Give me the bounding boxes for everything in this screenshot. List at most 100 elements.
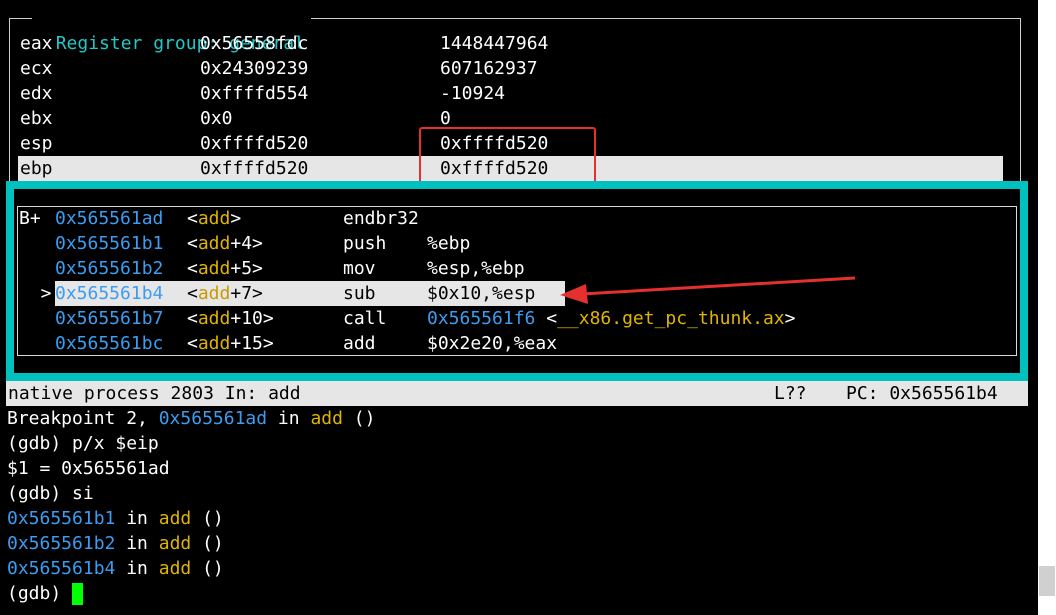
console-text: () — [342, 408, 376, 429]
breakpoint-marker — [19, 306, 52, 331]
asm-offset: +15 — [230, 333, 263, 354]
console-output: $1 = 0x565561ad — [7, 458, 170, 479]
asm-mnemonic: call — [343, 308, 387, 329]
asm-mnemonic: push — [343, 233, 387, 254]
asm-symbol-ref: <add> — [187, 208, 242, 229]
console-address: 0x565561b2 — [7, 533, 116, 554]
register-window-title: Register group: general — [32, 6, 311, 54]
console-text: Breakpoint 2, — [7, 408, 159, 429]
asm-symbol: add — [197, 258, 231, 279]
asm-address: 0x565561b7 — [55, 308, 164, 329]
asm-row-current[interactable]: > 0x565561b4 <add+7> sub $0x10,%esp — [19, 281, 1015, 306]
register-hex: 0x0 — [200, 108, 233, 129]
terminal-scrollbar[interactable] — [1038, 0, 1056, 615]
console-symbol: add — [158, 508, 192, 529]
asm-symbol-ref: <add+5> — [187, 258, 263, 279]
asm-row[interactable]: B+ 0x565561ad <add> endbr32 — [19, 206, 1015, 231]
register-row-eax: eax 0x56558fdc 1448447964 — [20, 31, 1003, 56]
console-text: in — [267, 408, 311, 429]
call-target-address: 0x565561f6 — [427, 308, 536, 329]
console-address: 0x565561ad — [158, 408, 268, 429]
asm-symbol-ref: <add+4> — [187, 233, 263, 254]
console-command: (gdb) p/x $eip — [7, 433, 159, 454]
register-name: ecx — [20, 58, 53, 79]
register-hex: 0xffffd520 — [200, 158, 309, 179]
asm-symbol: add — [197, 308, 231, 329]
asm-offset: +7 — [230, 283, 253, 304]
console-text: in — [115, 558, 159, 579]
console-line: 0x565561b1 in add () — [7, 506, 224, 531]
asm-operands: $0x2e20,%eax — [427, 333, 558, 354]
asm-address: 0x565561b1 — [55, 233, 164, 254]
asm-symbol: add — [197, 233, 231, 254]
asm-mnemonic: endbr32 — [343, 208, 419, 229]
console-line: (gdb) p/x $eip — [7, 431, 159, 456]
console-address: 0x565561b4 — [7, 558, 116, 579]
status-line: L?? — [774, 383, 807, 404]
console-text: () — [191, 533, 224, 554]
asm-operands: $0x10,%esp — [427, 283, 536, 304]
breakpoint-marker — [19, 331, 52, 356]
asm-address: 0x565561b4 — [55, 283, 164, 304]
console-command: (gdb) si — [7, 483, 94, 504]
register-row-edx: edx 0xffffd554 -10924 — [20, 81, 1003, 106]
asm-address: 0x565561ad — [55, 208, 164, 229]
console-text: () — [191, 508, 224, 529]
asm-mnemonic: mov — [343, 258, 376, 279]
asm-offset: +10 — [230, 308, 263, 329]
annotation-arrow-head — [560, 284, 588, 304]
register-hex: 0xffffd554 — [200, 83, 309, 104]
register-name: ebx — [20, 108, 53, 129]
asm-mnemonic: sub — [343, 283, 376, 304]
terminal-cursor[interactable] — [72, 583, 84, 605]
register-name: eax — [20, 33, 53, 54]
console-text: in — [115, 533, 159, 554]
console-prompt-line[interactable]: (gdb) — [7, 581, 84, 606]
annotation-highlight-box — [419, 127, 596, 189]
annotation-arrow — [560, 276, 856, 304]
register-hex: 0xffffd520 — [200, 133, 309, 154]
console-line: (gdb) si — [7, 481, 94, 506]
status-bar: native process 2803 In: add L?? PC: 0x56… — [6, 381, 1028, 406]
asm-operands: %esp,%ebp — [427, 258, 525, 279]
asm-symbol-ref: <add+15> — [187, 333, 274, 354]
register-hex: 0x56558fdc — [200, 33, 309, 54]
console-line: 0x565561b2 in add () — [7, 531, 224, 556]
console-text: in — [115, 508, 159, 529]
console-line: 0x565561b4 in add () — [7, 556, 224, 581]
breakpoint-marker: B+ — [19, 208, 52, 229]
breakpoint-marker — [19, 256, 52, 281]
console-symbol: add — [158, 558, 192, 579]
console-symbol: add — [310, 408, 343, 429]
status-pc: PC: 0x565561b4 — [846, 383, 998, 404]
asm-offset: +5 — [230, 258, 253, 279]
asm-row[interactable]: 0x565561b2 <add+5> mov %esp,%ebp — [19, 256, 1015, 281]
register-natural: 1448447964 — [440, 33, 549, 54]
console-address: 0x565561b1 — [7, 508, 116, 529]
asm-symbol-ref: <add+7> — [187, 283, 263, 304]
breakpoint-marker — [19, 231, 52, 256]
register-natural: -10924 — [440, 83, 506, 104]
console-line: Breakpoint 2, 0x565561ad in add () — [7, 406, 375, 431]
asm-row[interactable]: 0x565561bc <add+15> add $0x2e20,%eax — [19, 331, 1015, 356]
scrollbar-thumb[interactable] — [1039, 566, 1055, 596]
register-name: edx — [20, 83, 53, 104]
call-target-symbol: __x86.get_pc_thunk.ax — [557, 308, 785, 329]
console-text: () — [191, 558, 224, 579]
asm-row[interactable]: 0x565561b1 <add+4> push %ebp — [19, 231, 1015, 256]
register-name: ebp — [20, 158, 53, 179]
asm-mnemonic: add — [343, 333, 376, 354]
asm-symbol-ref: <add+10> — [187, 308, 274, 329]
status-process: native process 2803 In: add — [8, 383, 301, 404]
asm-operands: %ebp — [427, 233, 471, 254]
console-prompt: (gdb) — [7, 583, 73, 604]
console-line: $1 = 0x565561ad — [7, 456, 170, 481]
asm-symbol: add — [197, 333, 231, 354]
annotation-arrow-shaft — [581, 276, 856, 296]
asm-row[interactable]: 0x565561b7 <add+10> call 0x565561f6 <__x… — [19, 306, 1015, 331]
asm-address: 0x565561b2 — [55, 258, 164, 279]
asm-address: 0x565561bc — [55, 333, 164, 354]
current-line-marker: > — [19, 283, 52, 304]
console-symbol: add — [158, 533, 192, 554]
register-name: esp — [20, 133, 53, 154]
